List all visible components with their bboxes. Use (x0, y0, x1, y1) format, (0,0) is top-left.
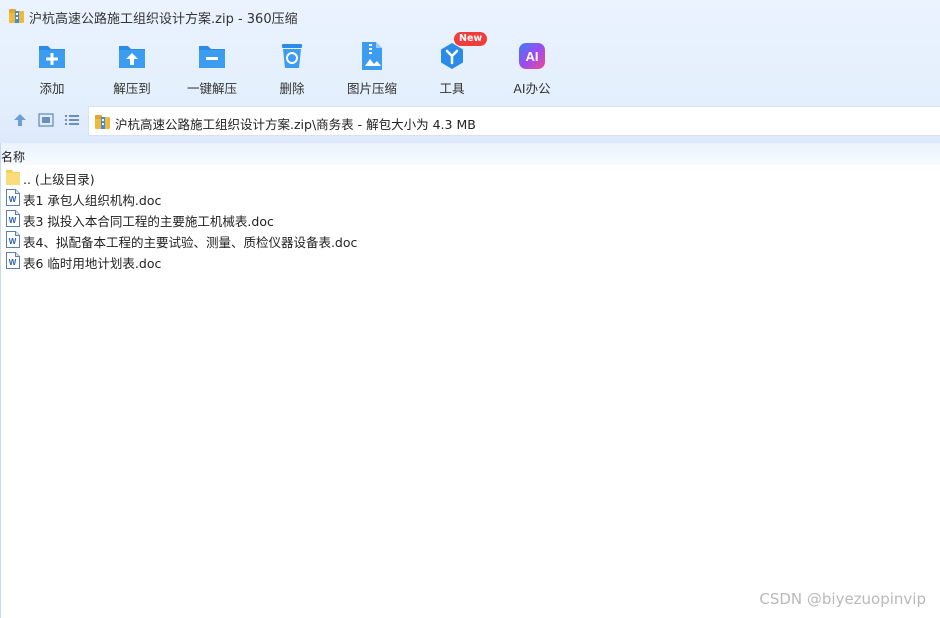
thumbnail-view-icon[interactable] (38, 112, 54, 128)
navigation-row: 沪杭高速公路施工组织设计方案.zip\商务表 - 解包大小为 4.3 MB (0, 106, 940, 136)
archive-icon (9, 9, 24, 23)
list-item[interactable]: W 表3 拟投入本合同工程的主要施工机械表.doc (0, 208, 940, 229)
folder-icon (6, 170, 20, 185)
list-item[interactable]: W 表4、拟配备本工程的主要试验、测量、质检仪器设备表.doc (0, 229, 940, 250)
image-compress-icon (362, 42, 382, 70)
list-header: 名称 (0, 143, 940, 165)
image-compress-label: 图片压缩 (346, 81, 397, 96)
up-arrow-icon[interactable] (12, 112, 28, 128)
ai-office-label: AI办公 (513, 81, 551, 96)
list-left-border (0, 143, 1, 618)
extract-to-button[interactable]: 解压到 (92, 36, 172, 98)
svg-text:W: W (9, 195, 17, 204)
address-path: 沪杭高速公路施工组织设计方案.zip\商务表 - 解包大小为 4.3 MB (115, 117, 476, 132)
one-click-extract-button[interactable]: 一键解压 (172, 36, 252, 98)
svg-text:W: W (9, 237, 17, 246)
tools-label: 工具 (439, 81, 465, 96)
archive-icon (95, 115, 110, 129)
svg-text:AI: AI (526, 49, 539, 64)
delete-label: 删除 (279, 81, 305, 96)
list-item[interactable]: .. (上级目录) (0, 166, 940, 187)
svg-text:W: W (9, 258, 17, 267)
address-bar[interactable]: 沪杭高速公路施工组织设计方案.zip\商务表 - 解包大小为 4.3 MB (88, 106, 940, 136)
ai-office-button[interactable]: AI AI办公 (492, 36, 572, 98)
file-name: 表1 承包人组织机构.doc (23, 193, 162, 208)
app-window: 沪杭高速公路施工组织设计方案.zip - 360压缩 添加 解压到 一键解压 删… (0, 0, 940, 618)
svg-text:W: W (9, 216, 17, 225)
delete-button[interactable]: 删除 (252, 36, 332, 98)
list-view-icon[interactable] (64, 112, 80, 128)
list-item[interactable]: W 表1 承包人组织机构.doc (0, 187, 940, 208)
delete-icon (282, 44, 302, 68)
one-click-extract-icon (199, 46, 225, 68)
title-bar: 沪杭高速公路施工组织设计方案.zip - 360压缩 (0, 0, 940, 32)
watermark-text: CSDN @biyezuopinvip (759, 590, 926, 608)
word-doc-icon: W (6, 252, 20, 269)
file-name: 表6 临时用地计划表.doc (23, 256, 162, 271)
add-icon (39, 46, 65, 68)
word-doc-icon: W (6, 189, 20, 206)
word-doc-icon: W (6, 231, 20, 248)
file-name: .. (上级目录) (23, 172, 95, 187)
ai-office-icon: AI (519, 43, 545, 69)
file-name: 表4、拟配备本工程的主要试验、测量、质检仪器设备表.doc (23, 235, 358, 250)
file-name: 表3 拟投入本合同工程的主要施工机械表.doc (23, 214, 274, 229)
header-area: 沪杭高速公路施工组织设计方案.zip - 360压缩 添加 解压到 一键解压 删… (0, 0, 940, 143)
word-doc-icon: W (6, 210, 20, 227)
add-button[interactable]: 添加 (12, 36, 92, 98)
window-title: 沪杭高速公路施工组织设计方案.zip - 360压缩 (29, 12, 298, 27)
column-header-name[interactable]: 名称 (1, 148, 25, 165)
list-item[interactable]: W 表6 临时用地计划表.doc (0, 250, 940, 271)
extract-to-label: 解压到 (113, 81, 151, 96)
image-compress-button[interactable]: 图片压缩 (332, 36, 412, 98)
extract-to-icon (119, 46, 145, 68)
new-badge: New (454, 32, 488, 46)
one-click-extract-label: 一键解压 (186, 81, 237, 96)
add-label: 添加 (39, 81, 65, 96)
